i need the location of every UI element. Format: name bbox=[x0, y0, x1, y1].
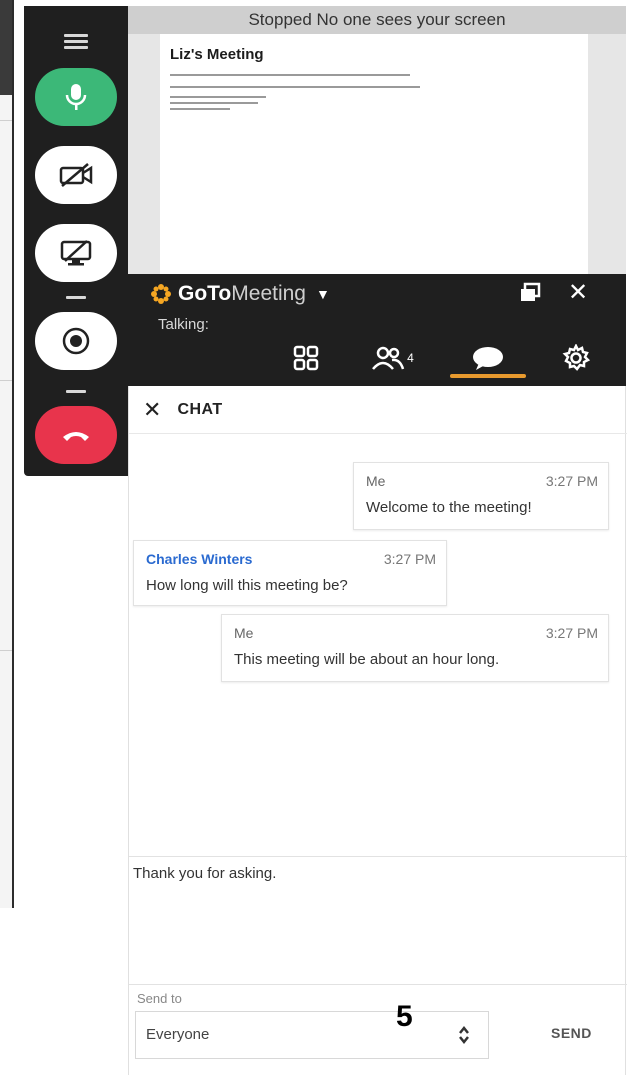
message-sender: Charles Winters bbox=[146, 551, 253, 567]
close-chat-icon[interactable]: ✕ bbox=[143, 398, 161, 421]
send-to-label: Send to bbox=[137, 991, 182, 1006]
tab-grid-view[interactable] bbox=[286, 338, 326, 378]
camera-button[interactable] bbox=[35, 146, 117, 204]
record-button[interactable] bbox=[35, 312, 117, 370]
message-sender: Me bbox=[234, 625, 254, 641]
document-text-line bbox=[170, 102, 258, 104]
hamburger-icon[interactable] bbox=[64, 34, 88, 49]
tab-attendees[interactable]: 4 bbox=[360, 338, 424, 378]
background-divider bbox=[0, 120, 12, 121]
chat-message: Charles Winters 3:27 PM How long will th… bbox=[133, 540, 447, 606]
grid-view-icon bbox=[293, 345, 319, 371]
microphone-button[interactable] bbox=[35, 68, 117, 126]
brand-meeting: Meeting bbox=[231, 282, 306, 305]
shared-screen-preview: Liz's Meeting bbox=[128, 34, 626, 274]
restore-window-button[interactable] bbox=[518, 282, 542, 309]
message-sender: Me bbox=[366, 473, 386, 489]
shared-document: Liz's Meeting bbox=[160, 34, 588, 274]
app-menu-button[interactable]: GoToMeeting ▼ bbox=[150, 280, 330, 308]
camera-off-icon bbox=[59, 163, 93, 187]
up-down-chevron-icon bbox=[459, 1026, 469, 1044]
tab-chat[interactable] bbox=[446, 338, 530, 378]
document-title: Liz's Meeting bbox=[170, 46, 264, 63]
screen-share-off-icon bbox=[60, 240, 92, 266]
message-text: Welcome to the meeting! bbox=[366, 499, 532, 516]
message-text: How long will this meeting be? bbox=[146, 577, 348, 594]
gotomeeting-header: GoToMeeting ▼ ✕ Talking: 4 bbox=[128, 274, 626, 386]
chat-bubble-icon bbox=[473, 347, 503, 370]
step-number-annotation: 5 bbox=[396, 1000, 413, 1033]
restore-window-icon bbox=[521, 282, 541, 301]
control-separator bbox=[66, 390, 86, 393]
chat-panel: ✕ CHAT Me 3:27 PM Welcome to the meeting… bbox=[128, 386, 627, 1075]
record-icon bbox=[62, 327, 90, 355]
document-text-line bbox=[170, 96, 266, 98]
talking-label: Talking: bbox=[158, 316, 209, 333]
screen-share-button[interactable] bbox=[35, 224, 117, 282]
background-divider bbox=[0, 650, 12, 651]
message-compose-area bbox=[129, 856, 627, 983]
background-divider bbox=[0, 380, 12, 381]
recipient-value: Everyone bbox=[146, 1026, 210, 1043]
message-input[interactable] bbox=[129, 857, 625, 983]
message-time: 3:27 PM bbox=[383, 551, 436, 567]
background-window-titlebar bbox=[0, 0, 12, 95]
screen-share-status: Stopped No one sees your screen bbox=[128, 6, 626, 34]
chat-title: CHAT bbox=[177, 400, 223, 418]
document-text-line bbox=[170, 74, 410, 76]
document-text-line bbox=[170, 86, 420, 88]
control-separator bbox=[66, 296, 86, 299]
attendee-count: 4 bbox=[407, 351, 414, 365]
recipient-select[interactable]: Everyone bbox=[135, 1011, 489, 1059]
send-button[interactable]: SEND bbox=[551, 1025, 592, 1041]
message-time: 3:27 PM bbox=[545, 473, 598, 489]
gotomeeting-logo-icon bbox=[151, 284, 171, 304]
gear-icon bbox=[562, 344, 590, 371]
attendees-icon bbox=[372, 346, 405, 370]
brand-goto: GoTo bbox=[178, 282, 232, 305]
close-icon[interactable]: ✕ bbox=[568, 281, 588, 305]
message-time: 3:27 PM bbox=[545, 625, 598, 641]
document-text-line bbox=[170, 108, 230, 110]
microphone-icon bbox=[65, 84, 87, 110]
background-window-edge bbox=[0, 0, 14, 908]
screenshot-root: Stopped No one sees your screen Liz's Me… bbox=[0, 0, 636, 1075]
control-bar bbox=[24, 6, 128, 476]
chat-header: ✕ CHAT bbox=[129, 386, 627, 434]
message-text: This meeting will be about an hour long. bbox=[234, 651, 500, 668]
tab-settings[interactable] bbox=[556, 338, 596, 378]
chat-message: Me 3:27 PM Welcome to the meeting! bbox=[353, 462, 609, 530]
chat-message: Me 3:27 PM This meeting will be about an… bbox=[221, 614, 609, 682]
send-controls: Send to Everyone SEND bbox=[129, 984, 627, 1075]
hang-up-icon bbox=[63, 432, 89, 441]
active-tab-indicator bbox=[450, 374, 526, 378]
leave-meeting-button[interactable] bbox=[35, 406, 117, 464]
chevron-down-icon: ▼ bbox=[315, 286, 330, 302]
